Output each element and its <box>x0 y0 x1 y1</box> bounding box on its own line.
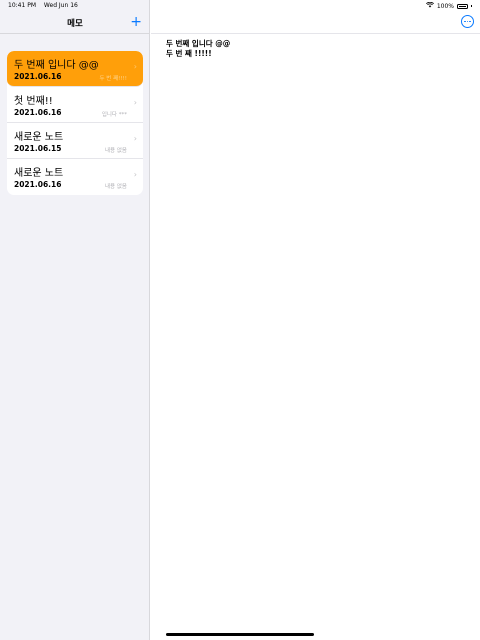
note-item[interactable]: 새로운 노트 2021.06.16 내용 없음 › <box>7 159 143 195</box>
detail-header <box>151 12 480 34</box>
note-title: 새로운 노트 <box>14 168 64 179</box>
status-date: Wed Jun 16 <box>43 2 78 9</box>
sidebar-title: 메모 <box>67 19 83 29</box>
battery-percent: 100% <box>436 2 454 10</box>
note-list: 두 번째 입니다 @@ 2021.06.16 두 번 째!!!! › 첫 번째!… <box>7 51 143 195</box>
note-body-line: 두 번째 입니다 @@ <box>166 39 231 48</box>
chevron-right-icon: › <box>133 62 137 71</box>
note-preview: 내용 없음 <box>105 184 127 190</box>
note-body-line: 두 번 째 !!!!! <box>166 49 212 58</box>
note-body[interactable]: 두 번째 입니다 @@ 두 번 째 !!!!! <box>166 39 230 59</box>
note-preview: 내용 없음 <box>105 148 127 154</box>
sidebar: 메모 + 두 번째 입니다 @@ 2021.06.16 두 번 째!!!! › … <box>0 0 150 640</box>
sidebar-header: 메모 + <box>0 12 150 34</box>
plus-icon: + <box>130 14 142 30</box>
note-item[interactable]: 첫 번째!! 2021.06.16 입니다 *** › <box>7 87 143 123</box>
note-item[interactable]: 두 번째 입니다 @@ 2021.06.16 두 번 째!!!! › <box>7 51 143 87</box>
note-date: 2021.06.16 <box>14 108 62 117</box>
ellipsis-circle-icon <box>464 20 466 23</box>
chevron-right-icon: › <box>133 134 137 143</box>
note-item[interactable]: 새로운 노트 2021.06.15 내용 없음 › <box>7 123 143 159</box>
note-detail: 두 번째 입니다 @@ 두 번 째 !!!!! <box>151 0 480 640</box>
wifi-icon <box>425 1 434 10</box>
chevron-right-icon: › <box>133 98 137 107</box>
status-bar: 10:41 PM Wed Jun 16 100% <box>0 0 480 12</box>
note-date: 2021.06.16 <box>14 180 62 189</box>
note-date: 2021.06.16 <box>14 72 62 81</box>
home-indicator[interactable] <box>166 633 314 636</box>
status-time: 10:41 PM <box>8 2 36 9</box>
note-date: 2021.06.15 <box>14 144 62 153</box>
note-title: 첫 번째!! <box>14 96 53 107</box>
battery-icon <box>457 3 468 9</box>
note-title: 두 번째 입니다 @@ <box>14 60 99 71</box>
chevron-right-icon: › <box>133 170 137 179</box>
note-preview: 입니다 *** <box>101 112 127 118</box>
note-preview: 두 번 째!!!! <box>99 76 128 82</box>
note-title: 새로운 노트 <box>14 132 64 143</box>
more-button[interactable] <box>461 15 474 28</box>
add-note-button[interactable]: + <box>130 14 142 30</box>
